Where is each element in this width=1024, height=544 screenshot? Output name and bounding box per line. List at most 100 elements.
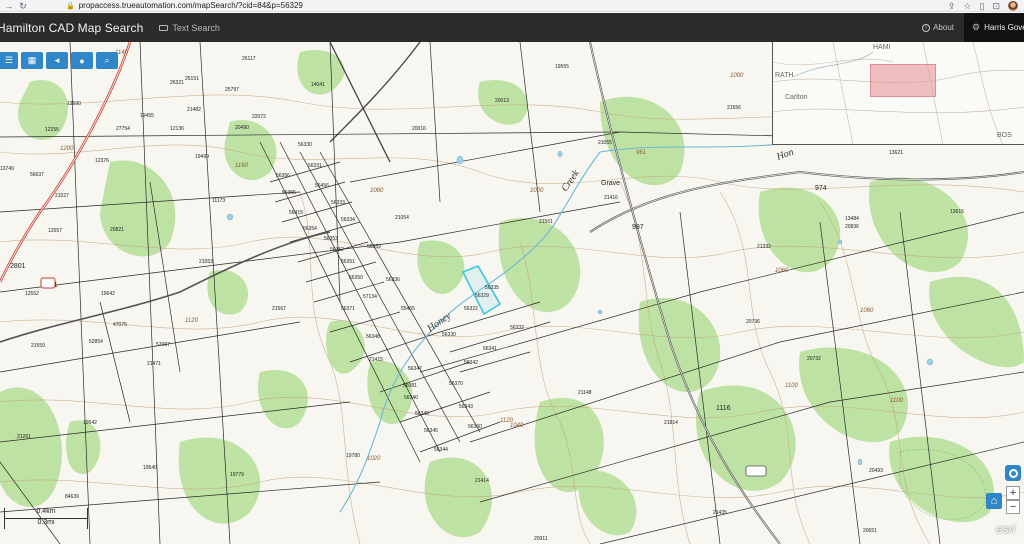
parcel-56347: 56347: [408, 366, 422, 372]
share-icon[interactable]: ⇪: [948, 1, 956, 12]
pin-button[interactable]: ●: [71, 52, 93, 69]
filter-icon: ☰: [4, 55, 14, 65]
overview-label-hami: HAMI: [873, 44, 891, 51]
parcel-56330b: 56330: [298, 142, 312, 148]
about-link[interactable]: i About: [922, 23, 954, 32]
header-right: i About ⚙ Harris Gove: [922, 13, 1024, 42]
parcel-56350: 56350: [349, 275, 363, 281]
parcel-56352: 56352: [330, 247, 344, 253]
parcel-20016: 20016: [412, 126, 426, 132]
scale-bar-mi: 0.3mi: [4, 519, 88, 529]
parcel-20493: 20493: [869, 468, 883, 474]
parcel-21054: 21054: [395, 215, 409, 221]
back-arrow-icon: ◂: [54, 55, 60, 65]
text-search-label: Text Search: [172, 22, 220, 33]
parcel-12255: 12255: [45, 127, 59, 133]
parcel-56351: 56351: [341, 259, 355, 265]
parcel-21471: 21471: [147, 361, 161, 367]
parcel-21332: 21332: [757, 244, 771, 250]
profile-avatar[interactable]: [1008, 1, 1018, 11]
parcel-27754: 27754: [116, 126, 130, 132]
bm-1116-label: 1116: [716, 405, 731, 412]
sidebar-icon[interactable]: ▯: [980, 1, 985, 12]
parcel-56333: 56333: [331, 200, 345, 206]
parcel-56329: 56329: [475, 293, 489, 299]
parcel-13484: 13484: [845, 216, 859, 222]
overview-map[interactable]: Carlton HAMI RATH BOS: [772, 42, 1024, 145]
parcel-56330: 56330: [442, 332, 456, 338]
parcel-19642: 19642: [101, 291, 115, 297]
parcel-21814: 21814: [664, 420, 678, 426]
scale-bar-km: 0.4km: [4, 508, 88, 519]
parcel-56342: 56342: [464, 360, 478, 366]
contour-label-1060-b: 1060: [860, 308, 874, 314]
hwy-2801-label: 2801: [10, 263, 26, 270]
parcel-56341: 56341: [483, 346, 497, 352]
gear-icon: ⚙: [972, 22, 981, 32]
bm-997-label: 997: [632, 224, 644, 231]
parcel-19779: 19779: [230, 472, 244, 478]
parcel-56360: 56360: [468, 424, 482, 430]
forward-icon[interactable]: →: [4, 1, 14, 11]
parcel-56456: 56456: [315, 183, 329, 189]
parcel-56371: 56371: [341, 306, 355, 312]
lock-icon[interactable]: 🔒: [66, 2, 75, 10]
parcel-19499: 19499: [195, 154, 209, 160]
parcel-56346: 56346: [415, 411, 429, 417]
reload-icon[interactable]: ↻: [18, 1, 28, 11]
parcel-14041: 14041: [311, 82, 325, 88]
back-button[interactable]: ◂: [46, 52, 68, 69]
parcel-20736: 20736: [746, 319, 760, 325]
contour-label-1080: 1080: [370, 188, 384, 194]
locate-button[interactable]: [1005, 465, 1021, 481]
contour-label-1000: 1000: [530, 188, 544, 194]
parcel-56359: 56359: [367, 244, 381, 250]
contour-label-1160: 1160: [235, 163, 249, 169]
parcel-19780: 19780: [346, 453, 360, 459]
user-button[interactable]: ⚙ Harris Gove: [964, 13, 1024, 42]
info-icon: i: [922, 23, 931, 32]
parcel-12376: 12376: [95, 158, 109, 164]
parcel-20013: 20013: [495, 98, 509, 104]
parcel-57067: 57067: [156, 342, 170, 348]
overview-label-bos: BOS: [997, 132, 1012, 139]
map-toolbar: ☰ ▦ ◂ ● ⌕: [0, 52, 118, 69]
parcel-19555: 19555: [555, 64, 569, 70]
esri-logo: esri: [996, 522, 1016, 536]
overview-label-carlton: Carlton: [785, 94, 808, 101]
parcel-47075: 47075: [113, 322, 127, 328]
text-search-link[interactable]: Text Search: [159, 23, 220, 33]
basemap-button[interactable]: ▦: [21, 52, 43, 69]
parcel-56348: 56348: [366, 334, 380, 340]
zoom-out-button[interactable]: −: [1006, 500, 1020, 514]
parcel-21148: 21148: [578, 390, 592, 396]
parcel-12136: 12136: [170, 126, 184, 132]
parcel-25797: 25797: [225, 87, 239, 93]
extensions-icon[interactable]: ⊡: [992, 1, 1000, 12]
contour-label-1100-b: 1100: [890, 398, 904, 404]
filter-button[interactable]: ☰: [0, 52, 18, 69]
grave-label: Grave: [601, 180, 620, 187]
bookmark-star-icon[interactable]: ☆: [963, 1, 971, 12]
pin-icon: ●: [79, 55, 85, 66]
zoom-in-button[interactable]: +: [1006, 486, 1020, 500]
parcel-56331: 56331: [308, 163, 322, 169]
parcel-13590: 13590: [67, 101, 81, 107]
parcel-57134: 57134: [363, 294, 377, 300]
contour-label-1120-b: 1120: [500, 418, 514, 424]
parcel-13749: 13749: [0, 166, 14, 172]
creek-label: Creek: [559, 168, 582, 194]
parcel-21415: 21415: [369, 357, 383, 363]
contour-label-1060: 1060: [775, 268, 789, 274]
app-header: Hamilton CAD Map Search Text Search i Ab…: [0, 13, 1024, 42]
parcel-52854: 52854: [89, 339, 103, 345]
parcel-56334: 56334: [341, 217, 355, 223]
search-button[interactable]: ⌕: [96, 52, 118, 69]
url-field[interactable]: propaccess.trueautomation.com/mapSearch/…: [79, 1, 303, 10]
parcel-12552: 12552: [25, 291, 39, 297]
overview-extent: [870, 64, 936, 97]
home-button[interactable]: ⌂: [986, 493, 1002, 509]
parcel-19540: 19540: [143, 465, 157, 471]
parcel-21482: 21482: [187, 107, 201, 113]
contour-layer: [0, 94, 1024, 544]
